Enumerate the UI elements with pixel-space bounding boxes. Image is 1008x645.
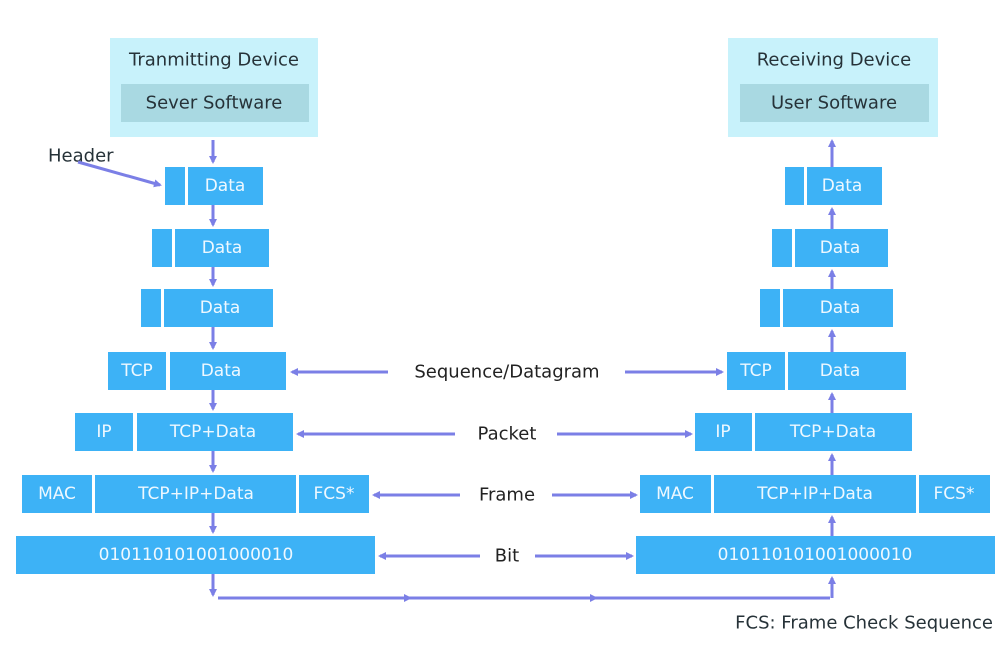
data-label: Data [822, 176, 863, 196]
tcp-data-label: TCP+Data [789, 422, 876, 442]
header-block [772, 229, 792, 267]
data-label: Data [820, 361, 861, 381]
encapsulation-diagram: Tranmitting Device Sever Software Receiv… [16, 38, 995, 634]
receiving-device: Receiving Device User Software [728, 38, 938, 137]
transmitting-device-title: Tranmitting Device [128, 50, 299, 71]
header-block [152, 229, 172, 267]
header-block [141, 289, 161, 327]
data-label: Data [202, 238, 243, 258]
header-arrow [77, 160, 162, 188]
header-block [760, 289, 780, 327]
bit-layer-label: Bit [495, 546, 519, 567]
server-software-label: Sever Software [146, 93, 283, 114]
data-label: Data [200, 298, 241, 318]
mac-label: MAC [656, 484, 694, 504]
data-label: Data [201, 361, 242, 381]
ip-label: IP [96, 422, 111, 442]
data-label: Data [820, 298, 861, 318]
fcs-label: FCS* [934, 484, 975, 504]
transmission-line [218, 576, 836, 602]
layer-labels: Sequence/Datagram Packet Frame Bit [290, 362, 724, 567]
data-label: Data [820, 238, 861, 258]
packet-layer-label: Packet [478, 424, 537, 445]
frame-layer-label: Frame [479, 485, 535, 506]
tcp-data-label: TCP+Data [169, 422, 256, 442]
fcs-footnote: FCS: Frame Check Sequence [735, 613, 993, 634]
tcp-ip-data-label: TCP+IP+Data [137, 484, 254, 504]
bits-label: 010110101001000010 [718, 545, 913, 565]
receiving-device-title: Receiving Device [757, 50, 912, 71]
header-block [165, 167, 185, 205]
user-software-label: User Software [771, 93, 897, 114]
tcp-label: TCP [739, 361, 772, 381]
mac-label: MAC [38, 484, 76, 504]
bits-label: 010110101001000010 [99, 545, 294, 565]
transmitting-device: Tranmitting Device Sever Software [110, 38, 318, 137]
tcp-label: TCP [120, 361, 153, 381]
fcs-label: FCS* [314, 484, 355, 504]
ip-label: IP [715, 422, 730, 442]
segment-layer-label: Sequence/Datagram [414, 362, 599, 383]
data-label: Data [205, 176, 246, 196]
tcp-ip-data-label: TCP+IP+Data [756, 484, 873, 504]
header-block [785, 167, 804, 205]
